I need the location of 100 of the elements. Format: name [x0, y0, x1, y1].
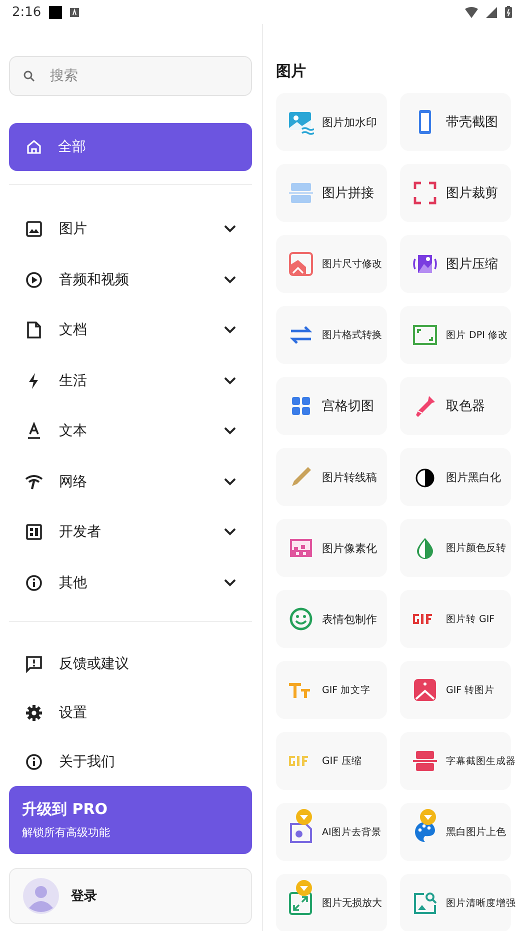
settings-icon — [25, 704, 43, 722]
crop-icon — [412, 180, 438, 206]
tool-label: 宫格切图 — [322, 398, 374, 415]
login-label: 登录 — [71, 888, 97, 905]
tool-card[interactable]: 图片转 GIF — [400, 590, 511, 648]
all-nav-item[interactable]: 全部 — [9, 123, 252, 171]
category-label: 文档 — [59, 321, 88, 340]
tool-card[interactable]: 表情包制作 — [276, 590, 387, 648]
tool-card[interactable]: 图片加水印 — [276, 93, 387, 151]
frame-icon — [412, 322, 438, 348]
smiley-icon — [288, 606, 314, 632]
feedback-icon — [25, 654, 43, 672]
info-icon — [25, 752, 43, 770]
resize-icon — [288, 251, 314, 277]
tool-label: 图片清晰度增强 — [446, 896, 516, 910]
tool-label: 图片压缩 — [446, 256, 498, 273]
menu-label: 关于我们 — [59, 752, 116, 770]
tool-label: 图片无损放大 — [322, 896, 382, 910]
stack-icon — [288, 180, 314, 206]
search-field[interactable]: 搜索 — [9, 56, 252, 96]
category-label: 文本 — [59, 422, 88, 440]
tool-card[interactable]: 取色器 — [400, 377, 511, 435]
menu-item[interactable]: 反馈或建议 — [9, 639, 252, 688]
developer-icon — [25, 523, 43, 542]
tool-label: 图片 DPI 修改 — [446, 328, 508, 342]
menu-item[interactable]: 设置 — [9, 688, 252, 737]
section-title: 图片 — [276, 62, 307, 81]
tool-card[interactable]: 图片裁剪 — [400, 164, 511, 222]
battery-icon — [505, 6, 512, 18]
tool-card[interactable]: 图片 DPI 修改 — [400, 306, 511, 364]
tool-card[interactable]: 图片尺寸修改 — [276, 235, 387, 293]
tool-card[interactable]: 带壳截图 — [400, 93, 511, 151]
menu-label: 反馈或建议 — [59, 654, 130, 672]
category-label: 网络 — [59, 472, 88, 491]
category-label: 生活 — [59, 372, 88, 390]
tool-label: 图片加水印 — [322, 114, 377, 130]
tool-label: 图片转线稿 — [322, 470, 377, 484]
category-item[interactable]: 其他 — [9, 558, 252, 608]
tool-card[interactable]: 图片黑白化 — [400, 448, 511, 506]
upgrade-card[interactable]: 升级到 PRO 解锁所有高级功能 — [9, 786, 252, 854]
tool-card[interactable]: 图片转线稿 — [276, 448, 387, 506]
document-icon — [25, 321, 43, 340]
picture-icon — [412, 677, 438, 703]
category-label: 音频和视频 — [59, 270, 130, 289]
subtitle-icon — [412, 748, 438, 774]
upgrade-subtitle: 解锁所有高级功能 — [22, 825, 111, 840]
tool-label: AI图片去背景 — [322, 826, 382, 838]
tool-card[interactable]: AI图片去背景 — [276, 803, 387, 861]
tool-label: 图片裁剪 — [446, 185, 498, 202]
tool-card[interactable]: 图片像素化 — [276, 519, 387, 577]
expand-icon — [288, 890, 314, 916]
tool-label: 取色器 — [446, 398, 485, 415]
category-label: 开发者 — [59, 523, 102, 542]
tool-card[interactable]: GIF 压缩 — [276, 732, 387, 790]
signal-icon — [486, 6, 497, 18]
tool-label: 图片格式转换 — [322, 328, 382, 342]
watermark-icon — [288, 109, 314, 135]
text-icon — [25, 422, 43, 440]
tool-card[interactable]: 图片无损放大 — [276, 874, 387, 931]
tool-label: 带壳截图 — [446, 114, 498, 131]
tool-card[interactable]: GIF 加文字 — [276, 661, 387, 719]
tool-card[interactable]: 黑白图片上色 — [400, 803, 511, 861]
network-icon — [25, 472, 43, 491]
avatar-icon — [23, 878, 59, 914]
menu-item[interactable]: 关于我们 — [9, 737, 252, 786]
login-card[interactable]: 登录 — [9, 868, 252, 924]
tool-label: GIF 压缩 — [322, 754, 362, 768]
category-label: 图片 — [59, 220, 88, 238]
status-time: 2:16 — [12, 4, 42, 20]
tool-card[interactable]: 图片颜色反转 — [400, 519, 511, 577]
wifi-icon — [465, 6, 478, 18]
tool-label: GIF 加文字 — [322, 684, 371, 696]
category-item[interactable]: 音频和视频 — [9, 254, 252, 305]
tool-label: 图片颜色反转 — [446, 542, 506, 555]
tool-label: 图片像素化 — [322, 540, 377, 556]
category-item[interactable]: 开发者 — [9, 507, 252, 558]
image-search-icon — [412, 890, 438, 916]
tool-label: 图片黑白化 — [446, 470, 501, 484]
play-icon — [25, 270, 43, 289]
tool-label: 图片转 GIF — [446, 612, 495, 626]
home-icon — [26, 139, 42, 155]
category-item[interactable]: 文本 — [9, 406, 252, 456]
tool-card[interactable]: 图片格式转换 — [276, 306, 387, 364]
tool-label: 图片尺寸修改 — [322, 258, 382, 271]
tool-label: 黑白图片上色 — [446, 826, 506, 839]
tool-label: GIF 转图片 — [446, 684, 495, 696]
category-item[interactable]: 生活 — [9, 356, 252, 406]
square-icon — [49, 6, 62, 18]
tool-card[interactable]: 宫格切图 — [276, 377, 387, 435]
category-item[interactable]: 文档 — [9, 305, 252, 356]
image-icon — [25, 220, 43, 238]
tool-card[interactable]: GIF 转图片 — [400, 661, 511, 719]
tool-card[interactable]: 图片拼接 — [276, 164, 387, 222]
category-item[interactable]: 网络 — [9, 456, 252, 507]
menu-label: 设置 — [59, 704, 88, 722]
tool-card[interactable]: 图片压缩 — [400, 235, 511, 293]
tool-label: 图片拼接 — [322, 185, 374, 202]
category-item[interactable]: 图片 — [9, 204, 252, 254]
info-icon — [25, 574, 43, 592]
keyboard-icon — [70, 8, 80, 16]
